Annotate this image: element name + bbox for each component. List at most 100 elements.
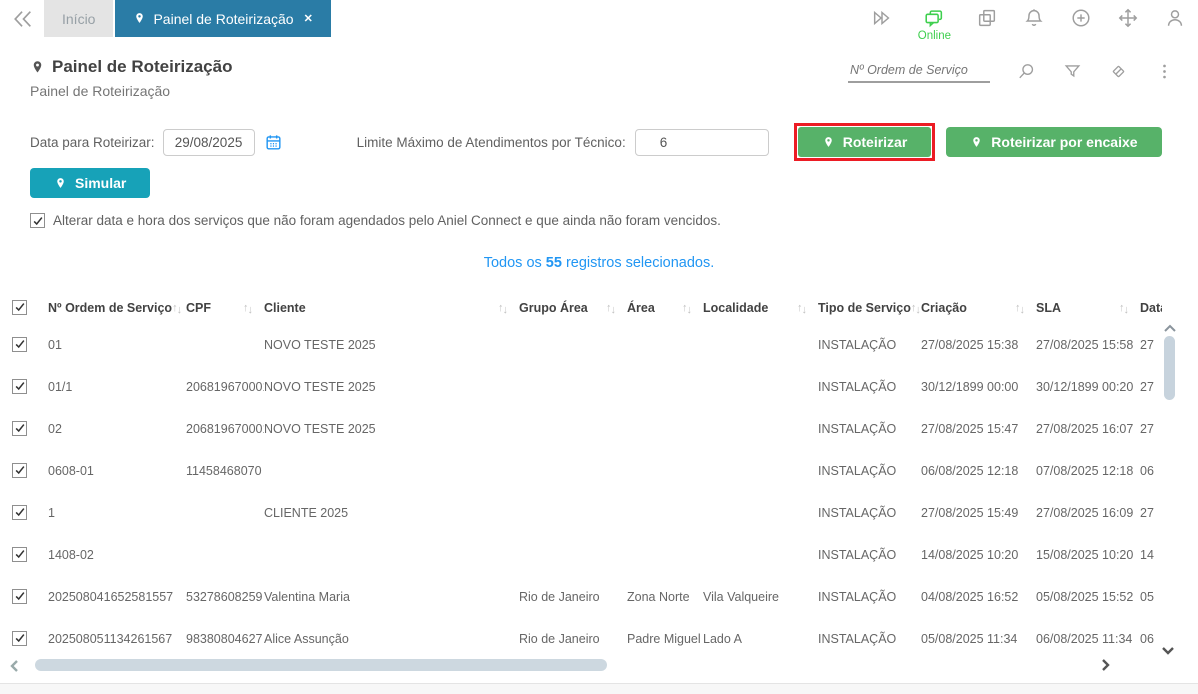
column-header[interactable]: Grupo Área ↑↓ bbox=[519, 292, 627, 324]
table-cell: Padre Miguel bbox=[627, 632, 701, 646]
table-cell bbox=[186, 492, 264, 534]
table-cell: 06 bbox=[1140, 464, 1154, 478]
copy-icon[interactable] bbox=[976, 7, 998, 29]
table-row[interactable]: 1408-02 INSTALAÇÃO 14/08/2025 10:20 15/08/2… bbox=[12, 534, 1162, 576]
column-header[interactable]: Tipo de Serviço ↑↓ bbox=[818, 292, 921, 324]
move-icon[interactable] bbox=[1117, 7, 1139, 29]
table-cell bbox=[186, 324, 264, 366]
sort-arrows-icon[interactable]: ↑↓ bbox=[1015, 302, 1025, 316]
table-cell bbox=[519, 534, 627, 576]
row-checkbox[interactable] bbox=[12, 336, 27, 352]
roteirizar-por-encaixe-button[interactable]: Roteirizar por encaixe bbox=[946, 127, 1162, 157]
sort-arrows-icon[interactable]: ↑↓ bbox=[797, 302, 807, 316]
table-cell: 27/08/2025 15:49 bbox=[921, 506, 1019, 520]
alter-date-checkbox[interactable] bbox=[30, 213, 45, 228]
chat-status[interactable]: Online bbox=[918, 7, 951, 42]
table-row[interactable]: 0608-01 11458468070 INSTALAÇÃO 06/08/2025 1… bbox=[12, 450, 1162, 492]
button-label: Roteirizar por encaixe bbox=[991, 134, 1138, 150]
table-cell: 27 bbox=[1140, 338, 1154, 352]
row-checkbox[interactable] bbox=[12, 420, 27, 436]
column-header[interactable]: Nº Ordem de Serviço ↑↓ bbox=[48, 292, 186, 324]
table-row[interactable]: 02 20681967000193NOVO TESTE 2025 INSTALAÇÃ… bbox=[12, 408, 1162, 450]
row-checkbox[interactable] bbox=[12, 588, 27, 604]
sort-arrows-icon[interactable]: ↑↓ bbox=[172, 302, 182, 316]
sort-arrows-icon[interactable]: ↑↓ bbox=[682, 302, 692, 316]
table-row[interactable]: 01 NOVO TESTE 2025 INSTALAÇÃO 27/08/2025 15… bbox=[12, 324, 1162, 366]
table-cell: 05/08/2025 15:52 bbox=[1036, 590, 1134, 604]
select-all-checkbox[interactable] bbox=[12, 299, 27, 315]
limit-label: Limite Máximo de Atendimentos por Técnic… bbox=[356, 134, 626, 150]
limit-input[interactable] bbox=[634, 128, 769, 156]
column-header[interactable]: Cliente ↑↓ bbox=[264, 292, 519, 324]
table-row[interactable]: 202508041652581557 53278608259 Valentina M… bbox=[12, 576, 1162, 618]
table-row[interactable]: 202508051134261567 98380804627 Alice Assun… bbox=[12, 618, 1162, 660]
selection-suffix: registros selecionados. bbox=[561, 255, 715, 271]
table-cell: INSTALAÇÃO bbox=[818, 338, 897, 352]
scroll-right-icon[interactable] bbox=[1100, 658, 1112, 672]
fast-forward-icon[interactable] bbox=[871, 7, 893, 29]
sort-arrows-icon[interactable]: ↑↓ bbox=[606, 302, 616, 316]
column-header-label: Data bbox=[1140, 301, 1162, 315]
sort-arrows-icon[interactable]: ↑↓ bbox=[498, 302, 508, 316]
table-cell: 27/08/2025 16:07 bbox=[1036, 422, 1134, 436]
toolbar-row2: Simular bbox=[30, 168, 1168, 198]
tab-inicio[interactable]: Início bbox=[44, 0, 114, 37]
eraser-icon[interactable] bbox=[1109, 62, 1128, 81]
row-checkbox[interactable] bbox=[12, 462, 27, 478]
sort-arrows-icon[interactable]: ↑↓ bbox=[911, 302, 921, 316]
table-cell: Alice Assunção bbox=[264, 632, 349, 646]
row-checkbox[interactable] bbox=[12, 378, 27, 394]
table-cell: 06/08/2025 12:18 bbox=[921, 464, 1019, 478]
calendar-icon[interactable] bbox=[264, 133, 283, 152]
sort-arrows-icon[interactable]: ↑↓ bbox=[243, 302, 253, 316]
table-cell bbox=[186, 534, 264, 576]
horizontal-scrollbar-thumb[interactable] bbox=[35, 659, 607, 671]
scroll-down-icon[interactable] bbox=[1161, 646, 1175, 656]
notifications-bell-icon[interactable] bbox=[1023, 7, 1045, 29]
button-label: Simular bbox=[75, 175, 127, 191]
tab-painel-roteirizacao[interactable]: Painel de Roteirização ✕ bbox=[115, 0, 331, 37]
row-checkbox[interactable] bbox=[12, 504, 27, 520]
row-checkbox[interactable] bbox=[12, 546, 27, 562]
add-circle-icon[interactable] bbox=[1070, 7, 1092, 29]
simular-button[interactable]: Simular bbox=[30, 168, 151, 198]
table-cell: 27/08/2025 15:38 bbox=[921, 338, 1019, 352]
table-cell bbox=[627, 492, 703, 534]
table-cell: 15/08/2025 10:20 bbox=[1036, 548, 1134, 562]
row-checkbox[interactable] bbox=[12, 630, 27, 646]
search-icon[interactable] bbox=[1017, 62, 1036, 81]
scroll-left-icon[interactable] bbox=[8, 659, 20, 673]
table-row[interactable]: 1 CLIENTE 2025 INSTALAÇÃO 27/08/2025 15:49 2… bbox=[12, 492, 1162, 534]
pin-icon bbox=[824, 136, 832, 147]
column-header[interactable]: CPF ↑↓ bbox=[186, 292, 264, 324]
vertical-scrollbar-thumb[interactable] bbox=[1164, 336, 1175, 400]
table-cell bbox=[703, 324, 818, 366]
column-header[interactable]: SLA ↑↓ bbox=[1036, 292, 1140, 324]
column-header-label: CPF bbox=[186, 301, 211, 315]
column-header[interactable]: Localidade ↑↓ bbox=[703, 292, 818, 324]
table-cell: INSTALAÇÃO bbox=[818, 548, 897, 562]
kebab-menu-icon[interactable] bbox=[1155, 62, 1174, 81]
column-header[interactable]: Criação ↑↓ bbox=[921, 292, 1036, 324]
column-header-label: Criação bbox=[921, 301, 967, 315]
table-cell: Rio de Janeiro bbox=[519, 590, 600, 604]
close-tab-icon[interactable]: ✕ bbox=[304, 12, 313, 25]
filter-icon[interactable] bbox=[1063, 62, 1082, 81]
table-cell bbox=[519, 492, 627, 534]
table-cell bbox=[264, 534, 519, 576]
table-cell: 06/08/2025 11:34 bbox=[1036, 632, 1133, 646]
roteirizar-button[interactable]: Roteirizar bbox=[797, 127, 932, 157]
table-cell: 27 bbox=[1140, 422, 1154, 436]
table-cell: INSTALAÇÃO bbox=[818, 380, 897, 394]
search-input[interactable] bbox=[848, 59, 990, 83]
alter-date-option: Alterar data e hora dos serviços que não… bbox=[30, 213, 1168, 228]
sort-arrows-icon[interactable]: ↑↓ bbox=[1119, 302, 1129, 316]
table-cell: 14/08/2025 10:20 bbox=[921, 548, 1019, 562]
scroll-up-icon[interactable] bbox=[1163, 323, 1177, 333]
column-header[interactable]: Data bbox=[1140, 292, 1162, 324]
collapse-tabs-icon[interactable] bbox=[8, 7, 38, 31]
date-input[interactable] bbox=[162, 128, 255, 156]
table-row[interactable]: 01/1 20681967000193NOVO TESTE 2025 INSTALA… bbox=[12, 366, 1162, 408]
column-header[interactable]: Área ↑↓ bbox=[627, 292, 703, 324]
user-icon[interactable] bbox=[1164, 7, 1186, 29]
